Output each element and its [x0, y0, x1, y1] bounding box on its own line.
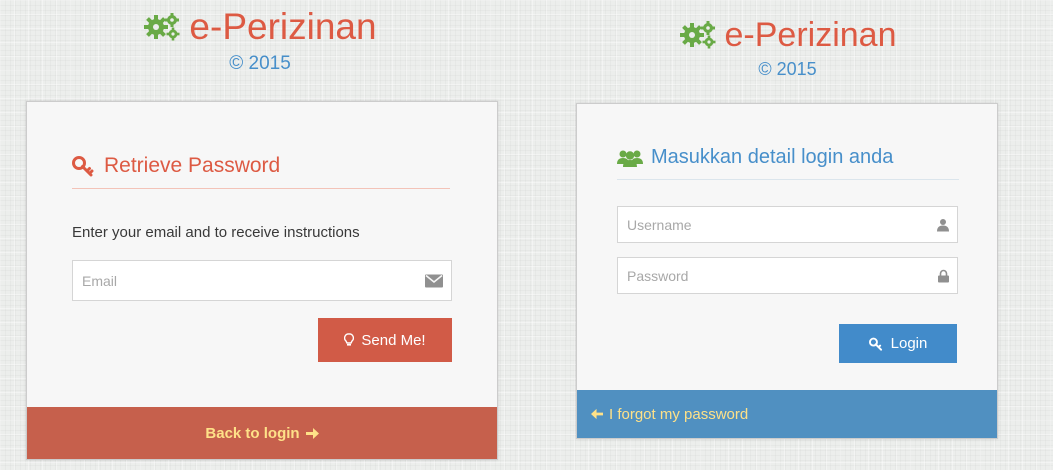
send-me-label: Send Me! [361, 331, 426, 349]
send-me-button[interactable]: Send Me! [318, 318, 452, 362]
login-button[interactable]: Login [839, 324, 957, 363]
login-label: Login [890, 335, 928, 352]
email-input[interactable] [73, 261, 451, 300]
users-icon [617, 150, 643, 167]
password-field[interactable] [617, 257, 958, 294]
username-field[interactable] [617, 206, 958, 243]
brand-title: e-Perizinan [189, 6, 377, 47]
forgot-password-label: I forgot my password [609, 405, 749, 423]
login-header: Masukkan detail login anda [617, 146, 959, 180]
brand-title: e-Perizinan [724, 16, 897, 54]
left-brand: e-Perizinan © 2015 [0, 7, 520, 75]
brand-title-row: e-Perizinan [0, 7, 520, 47]
login-header-title: Masukkan detail login anda [651, 146, 894, 168]
brand-year: © 2015 [229, 53, 291, 74]
email-field[interactable] [72, 260, 452, 301]
brand-year: © 2015 [758, 59, 817, 79]
gears-icon [144, 13, 180, 41]
arrow-left-icon [591, 408, 603, 420]
key-icon [868, 337, 882, 351]
key-icon [72, 156, 94, 177]
login-box: Masukkan detail login anda Login I forgo… [576, 103, 998, 439]
gears-icon [679, 21, 715, 49]
envelope-icon [425, 274, 443, 287]
arrow-right-icon [305, 427, 319, 439]
retrieve-password-box: Retrieve Password Enter your email and t… [26, 101, 498, 460]
retrieve-password-header: Retrieve Password [72, 154, 450, 189]
password-input[interactable] [618, 258, 957, 293]
brand-title-row: e-Perizinan [535, 15, 1040, 55]
lightbulb-icon [344, 333, 355, 346]
user-icon [937, 218, 949, 231]
lock-icon [938, 269, 949, 282]
right-brand: e-Perizinan © 2015 [535, 15, 1040, 80]
back-to-login-link[interactable]: Back to login [27, 407, 497, 459]
back-to-login-label: Back to login [205, 424, 300, 442]
username-input[interactable] [618, 207, 957, 242]
instructions-text: Enter your email and to receive instruct… [72, 224, 360, 241]
forgot-password-link[interactable]: I forgot my password [577, 390, 997, 438]
retrieve-password-title: Retrieve Password [104, 154, 281, 177]
